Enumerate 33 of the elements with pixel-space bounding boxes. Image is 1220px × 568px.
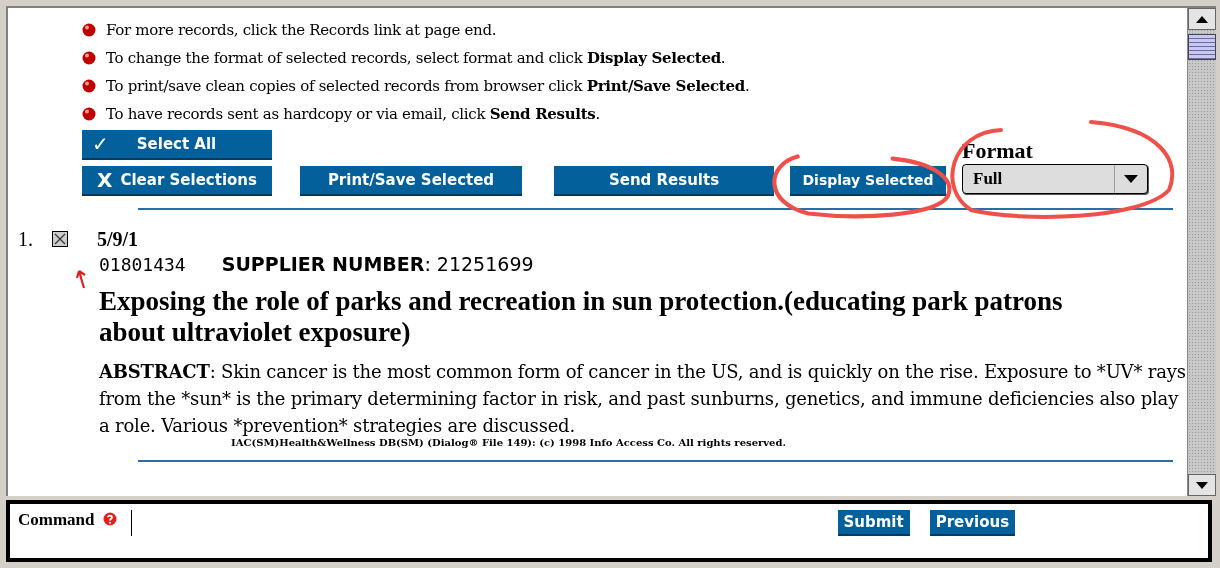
command-button[interactable]: Submit bbox=[837, 510, 910, 536]
scroll-thumb[interactable] bbox=[1188, 34, 1216, 60]
bullet-icon bbox=[82, 23, 96, 37]
action-button[interactable]: Print/Save Selected bbox=[300, 166, 522, 196]
scroll-down-icon bbox=[1196, 481, 1208, 489]
instruction-text: To have records sent as hardcopy or via email, click Send Results. bbox=[106, 105, 600, 123]
supplier-number: SUPPLIER NUMBER: 21251699 bbox=[221, 253, 534, 275]
accession-number: 01801434 bbox=[99, 253, 186, 275]
action-button[interactable]: Send Results bbox=[554, 166, 774, 196]
select-all-button[interactable]: ✓ Select All bbox=[82, 130, 272, 160]
instruction-text: For more records, click the Records link at page end. bbox=[106, 21, 497, 39]
instruction-text: To print/save clean copies of selected records from browser click Print/Save Selected. bbox=[106, 77, 750, 95]
bullet-icon bbox=[82, 79, 96, 93]
command-button[interactable]: Previous bbox=[929, 510, 1016, 536]
record-checkbox[interactable] bbox=[52, 231, 68, 247]
format-label: Format bbox=[962, 138, 1034, 164]
copyright-text: IAC(SM)Health&Wellness DB(SM) (Dialog® File 149): (c) 1998 Info Access Co. All rights reserved. bbox=[230, 437, 787, 448]
help-icon[interactable] bbox=[102, 512, 117, 526]
record-id: 5/9/1 bbox=[97, 227, 139, 251]
bullet-icon bbox=[82, 51, 96, 65]
format-dropdown[interactable]: Full bbox=[962, 164, 1148, 194]
arrow-icon bbox=[76, 270, 88, 290]
dropdown-arrow-icon bbox=[1124, 175, 1138, 183]
scrollbar[interactable] bbox=[1187, 8, 1216, 496]
abstract-text: ABSTRACT: Skin cancer is the most common form of cancer in the US, and is quickly on the rise. Exposure to *UV* rays from the *sun* is the primary determining factor in risk, and past sunburns, genetics, and immune deficiencies also play a role. Various *prevention* strategies are discussed. bbox=[99, 360, 1187, 438]
action-button[interactable]: X Clear Selections bbox=[82, 166, 272, 196]
command-label: Command bbox=[18, 510, 95, 530]
record-title: Exposing the role of parks and recreation in sun protection.(educating park patrons about ultraviolet exposure) bbox=[98, 286, 1064, 348]
instruction-text: To change the format of selected records, select format and click Display Selected. bbox=[106, 49, 726, 67]
action-button[interactable]: Display Selected bbox=[790, 166, 946, 196]
scroll-up-icon bbox=[1196, 15, 1208, 23]
bullet-icon bbox=[82, 107, 96, 121]
record-number: 1. bbox=[18, 227, 34, 251]
